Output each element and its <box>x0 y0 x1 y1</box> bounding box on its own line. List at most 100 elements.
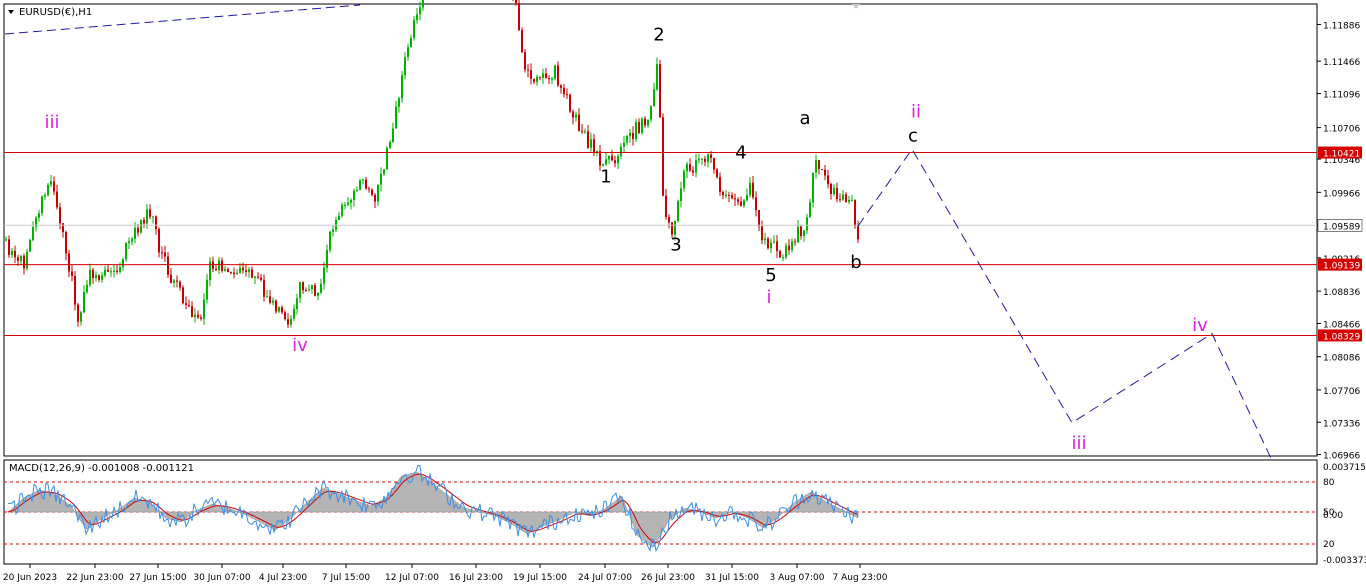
candle-body <box>281 307 283 313</box>
price-candle <box>554 64 556 81</box>
chart-canvas[interactable]: iiiiv12345iabciiiiiiv 1.118861.114661.11… <box>0 0 1366 588</box>
candle-body <box>623 142 625 147</box>
candle-body <box>254 276 256 278</box>
candle-body <box>227 269 229 273</box>
candle-body <box>539 76 541 78</box>
price-candle <box>47 183 49 197</box>
candle-body <box>101 275 103 280</box>
x-tick-label: 12 Jul 07:00 <box>385 573 439 583</box>
candle-body <box>365 179 367 189</box>
candle-body <box>170 274 172 283</box>
candle-body <box>671 222 673 235</box>
candle-body <box>257 276 259 278</box>
candle-body <box>824 169 826 176</box>
candle-body <box>347 202 349 205</box>
candle-body <box>158 228 160 253</box>
candle-body <box>803 230 805 236</box>
candle-body <box>701 158 703 160</box>
candle-body <box>416 14 418 21</box>
price-candle <box>854 199 856 229</box>
candle-body <box>839 199 841 201</box>
candle-body <box>392 128 394 143</box>
candle-body <box>410 38 412 48</box>
current-price-label: 1.09589 <box>1323 222 1360 232</box>
price-candle <box>569 93 571 113</box>
level-tag-label: 1.08329 <box>1323 332 1360 342</box>
candle-body <box>146 209 148 224</box>
candle-body <box>362 179 364 181</box>
candle-body <box>833 187 835 194</box>
price-candle <box>140 219 142 234</box>
candle-body <box>785 245 787 258</box>
candle-body <box>341 204 343 216</box>
candle-body <box>44 194 46 197</box>
candle-body <box>86 284 88 292</box>
candle-body <box>17 257 19 261</box>
candle-body <box>398 98 400 107</box>
candle-body <box>95 275 97 278</box>
candle-body <box>407 47 409 57</box>
candle-body <box>857 226 859 240</box>
candle-body <box>638 122 640 133</box>
candle-body <box>779 251 781 258</box>
candle-body <box>587 131 589 148</box>
candle-body <box>524 52 526 70</box>
candle-body <box>611 155 613 161</box>
x-tick-label: 24 Jul 07:00 <box>578 573 632 583</box>
candle-body <box>737 199 739 202</box>
price-candle <box>359 178 361 191</box>
candle-body <box>578 114 580 131</box>
candle-body <box>20 255 22 261</box>
candle-body <box>206 279 208 300</box>
candle-body <box>83 291 85 313</box>
candle-body <box>518 3 520 31</box>
candle-body <box>329 231 331 251</box>
candle-body <box>314 285 316 296</box>
candle-body <box>647 119 649 126</box>
price-candle <box>677 199 679 223</box>
candle-body <box>215 268 217 270</box>
candle-body <box>788 245 790 251</box>
price-candle <box>521 27 523 54</box>
macd-y-tick-label: 0.00 <box>1323 511 1343 521</box>
wave-label-3: 3 <box>670 235 681 256</box>
candle-body <box>233 272 235 275</box>
candle-body <box>56 191 58 208</box>
candle-body <box>260 277 262 280</box>
price-candle <box>401 70 403 103</box>
wave-label-iii: iii <box>1071 433 1086 454</box>
candle-body <box>653 89 655 107</box>
candle-body <box>41 196 43 214</box>
candle-body <box>104 269 106 276</box>
price-candle <box>74 270 76 311</box>
price-candle <box>659 59 661 118</box>
candle-body <box>26 251 28 269</box>
candle-body <box>188 304 190 307</box>
candle-body <box>218 260 220 270</box>
candle-body <box>221 260 223 272</box>
candle-body <box>515 0 517 4</box>
candle-body <box>728 194 730 196</box>
candle-body <box>236 272 238 275</box>
candle-body <box>53 181 55 192</box>
candle-body <box>320 283 322 293</box>
wave-label-5: 5 <box>765 265 776 286</box>
candle-body <box>368 188 370 190</box>
x-tick-label: 31 Jul 15:00 <box>705 573 759 583</box>
candle-body <box>278 307 280 312</box>
price-candle <box>767 237 769 250</box>
candle-body <box>311 285 313 290</box>
candle-body <box>740 201 742 206</box>
candle-body <box>749 182 751 195</box>
candle-body <box>89 269 91 285</box>
price-candle <box>329 230 331 253</box>
level-tag-label: 1.09139 <box>1323 262 1360 272</box>
candle-body <box>305 290 307 292</box>
candle-body <box>68 253 70 272</box>
candle-body <box>59 207 61 224</box>
macd-y-tick-label: 80 <box>1323 478 1335 488</box>
y-tick-label: 1.09966 <box>1323 189 1360 199</box>
y-tick-label: 1.08466 <box>1323 320 1360 330</box>
candle-body <box>848 199 850 202</box>
candle-body <box>713 157 715 170</box>
